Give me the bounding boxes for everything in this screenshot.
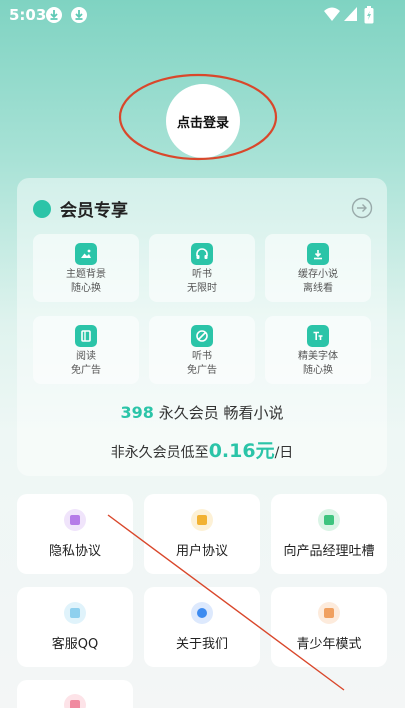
promo-price: 398 — [120, 403, 154, 422]
member-header: 会员专享 — [33, 196, 128, 221]
menu-user-agreement[interactable]: 用户协议 — [144, 494, 260, 574]
folder-download-icon — [307, 243, 329, 265]
image-icon — [75, 243, 97, 265]
arrow-right-circle-icon[interactable] — [351, 197, 373, 219]
perk-read-no-ads[interactable]: 阅读 免广告 — [33, 316, 139, 384]
sprout-icon — [318, 602, 340, 624]
signal-icon — [344, 7, 357, 21]
promo-lifetime: 398 永久会员 畅看小说 — [17, 402, 387, 423]
login-avatar-button[interactable]: 点击登录 — [166, 84, 240, 158]
member-badge-icon — [33, 199, 51, 218]
wifi-icon — [324, 7, 340, 21]
font-icon — [307, 325, 329, 347]
promo-text: 永久会员 畅看小说 — [158, 404, 284, 422]
download-icon — [46, 7, 62, 23]
headphones-icon — [191, 243, 213, 265]
download-icon — [71, 7, 87, 23]
menu-privacy-policy[interactable]: 隐私协议 — [17, 494, 133, 574]
status-bar: 5:03 — [0, 0, 405, 32]
promo-daily-price: 0.16元 — [208, 440, 275, 462]
menu-customer-service-qq[interactable]: 客服QQ — [17, 587, 133, 667]
perk-theme[interactable]: 主题背景 随心换 — [33, 234, 139, 302]
no-ads-icon — [191, 325, 213, 347]
member-title: 会员专享 — [60, 201, 128, 221]
status-time: 5:03 — [9, 6, 47, 24]
perk-audiobook-unlimited[interactable]: 听书 无限时 — [149, 234, 255, 302]
menu-teen-mode[interactable]: 青少年模式 — [271, 587, 387, 667]
perk-audiobook-no-ads[interactable]: 听书 免广告 — [149, 316, 255, 384]
document-icon — [191, 509, 213, 531]
menu-feedback[interactable]: 向产品经理吐槽 — [271, 494, 387, 574]
member-card: 会员专享 主题背景 随心换 听书 无限时 缓存小说 离线看 阅读 免广告 听书 … — [17, 178, 387, 476]
qq-icon — [64, 602, 86, 624]
lock-icon — [64, 509, 86, 531]
bottom-nav-bar — [0, 708, 405, 720]
login-label: 点击登录 — [176, 115, 229, 131]
perk-fonts[interactable]: 精美字体 随心换 — [265, 316, 371, 384]
book-icon — [75, 325, 97, 347]
battery-icon — [364, 6, 374, 24]
chat-icon — [318, 509, 340, 531]
perk-offline-cache[interactable]: 缓存小说 离线看 — [265, 234, 371, 302]
menu-about-us[interactable]: 关于我们 — [144, 587, 260, 667]
info-icon — [191, 602, 213, 624]
promo-daily: 非永久会员低至0.16元/日 — [110, 440, 294, 462]
